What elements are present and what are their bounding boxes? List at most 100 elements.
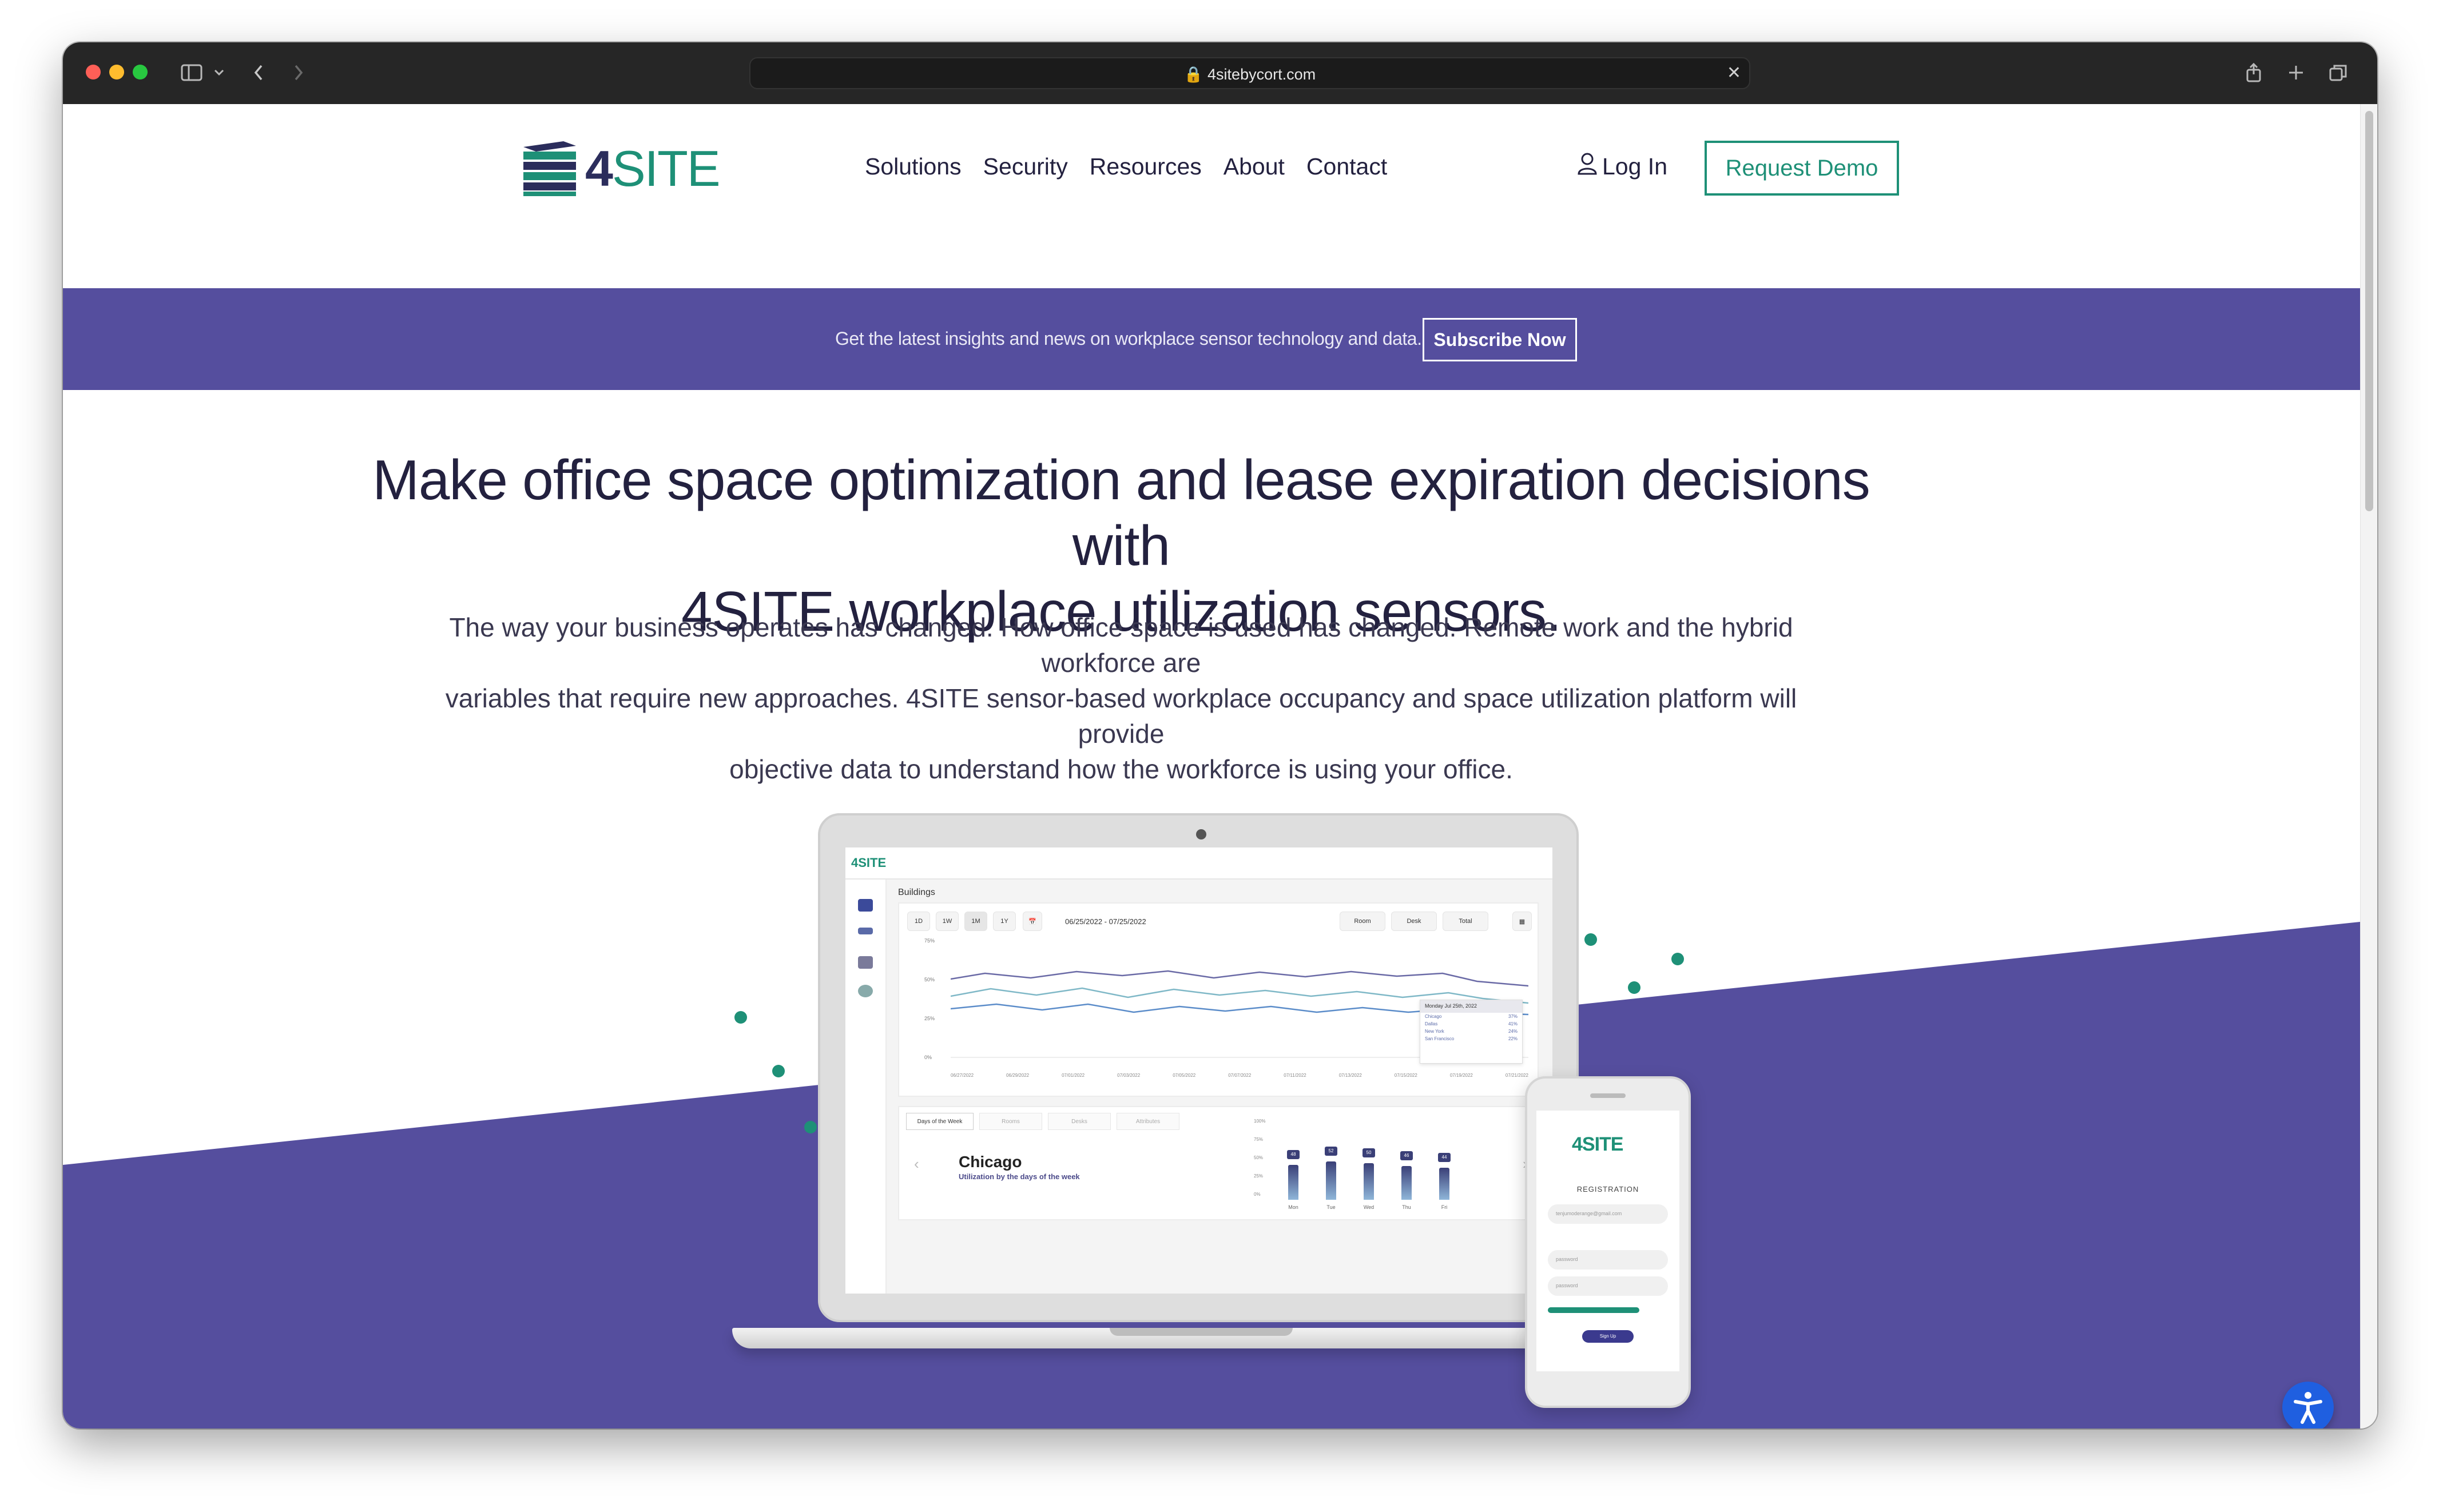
chevron-down-icon[interactable] (210, 57, 228, 88)
main-nav: Solutions Security Resources About Conta… (865, 153, 1387, 180)
forward-arrow-icon[interactable] (287, 57, 310, 88)
newsletter-banner: Get the latest insights and news on work… (63, 288, 2360, 390)
sidebar-toggle-icon[interactable] (174, 57, 209, 88)
bar-axis-tick: 25% (1254, 1173, 1264, 1179)
bar-axis-tick: 0% (1254, 1192, 1261, 1197)
share-icon[interactable] (2242, 57, 2265, 88)
nav-item-solutions[interactable]: Solutions (865, 153, 962, 180)
calendar-icon[interactable]: 📅 (1023, 912, 1042, 931)
grid-icon (858, 899, 873, 912)
hero-body: The way your business operates has chang… (429, 610, 1813, 787)
filter-desk[interactable]: Desk (1391, 912, 1437, 931)
day-bar: 50 (1362, 1148, 1375, 1200)
tab-desks[interactable]: Desks (1048, 1113, 1111, 1130)
prev-arrow-icon[interactable]: ‹ (914, 1155, 919, 1173)
new-tab-icon[interactable] (2285, 57, 2307, 88)
tab-overview-icon[interactable] (2327, 57, 2350, 88)
y-tick: 75% (924, 938, 935, 944)
browser-titlebar: 🔒 4sitebycort.com ✕ (63, 42, 2377, 104)
day-bar-value: 50 (1362, 1148, 1375, 1157)
subscribe-button[interactable]: Subscribe Now (1423, 318, 1577, 361)
accessibility-icon (2294, 1392, 2322, 1424)
filter-room[interactable]: Room (1340, 912, 1385, 931)
range-1d[interactable]: 1D (907, 912, 930, 931)
tooltip-row: San Francisco 22% (1425, 1036, 1518, 1041)
hero-body-line2: variables that require new approaches. 4… (445, 683, 1797, 749)
tooltip-header: Monday Jul 25th, 2022 (1420, 1000, 1522, 1013)
export-icon[interactable]: ▦ (1512, 912, 1532, 931)
decor-dot (772, 1065, 785, 1077)
minimize-window-button[interactable] (109, 65, 124, 79)
day-label: Tue (1326, 1204, 1336, 1210)
day-label: Mon (1288, 1204, 1298, 1210)
bar-axis-tick: 50% (1254, 1155, 1264, 1160)
phone-email-field[interactable]: tenjumoderange@gmail.com (1548, 1204, 1668, 1224)
nav-item-resources[interactable]: Resources (1090, 153, 1202, 180)
utilization-line-chart: 1D 1W 1M 1Y 📅 06/25/2022 - 07/25/2022 Ro… (898, 902, 1539, 1097)
url-text: 🔒 4sitebycort.com (750, 65, 1749, 83)
day-bar: 48 (1287, 1149, 1300, 1200)
hero-title-line1: Make office space optimization and lease… (372, 448, 1870, 577)
chart-tooltip: Monday Jul 25th, 2022 Chicago 37% Dallas 4… (1420, 1000, 1523, 1064)
zoom-window-button[interactable] (133, 65, 148, 79)
range-1m[interactable]: 1M (964, 912, 987, 931)
nav-item-security[interactable]: Security (983, 153, 1068, 180)
logo-stack-icon (523, 141, 576, 196)
range-1y[interactable]: 1Y (993, 912, 1016, 931)
close-window-button[interactable] (86, 65, 101, 79)
x-axis-ticks: 06/27/2022 06/29/2022 07/01/2022 07/03/202… (951, 1073, 1528, 1078)
lock-icon: 🔒 (1183, 66, 1203, 83)
decor-dot (734, 1011, 747, 1024)
decor-dot (1671, 953, 1684, 965)
dashboard-screenshot: 4SITE Buildings 1D 1W 1M 1Y 📅 06/25/2022… (845, 847, 1552, 1294)
page-scrollbar[interactable] (2360, 104, 2377, 1429)
city-subtitle: Utilization by the days of the week (959, 1172, 1080, 1181)
address-bar[interactable]: 🔒 4sitebycort.com ✕ (749, 57, 1750, 89)
day-label: Thu (1402, 1204, 1411, 1210)
logo-text: 4SITE (585, 140, 721, 197)
bar-axis-tick: 100% (1254, 1119, 1266, 1124)
request-demo-button[interactable]: Request Demo (1705, 141, 1899, 196)
hero-body-line1: The way your business operates has chang… (449, 612, 1793, 678)
accessibility-button[interactable] (2282, 1382, 2334, 1429)
back-arrow-icon[interactable] (247, 57, 270, 88)
app-topbar: 4SITE (845, 847, 1552, 880)
url-label: 4sitebycort.com (1207, 66, 1316, 83)
tooltip-row: Dallas 41% (1425, 1021, 1518, 1026)
registration-label: REGISTRATION (1576, 1185, 1639, 1193)
day-bar: 52 (1325, 1147, 1337, 1200)
hero-body-line3: objective data to understand how the wor… (729, 754, 1513, 784)
user-icon (1577, 152, 1598, 181)
day-label: Wed (1363, 1204, 1375, 1210)
sensor-icon (858, 928, 873, 934)
tab-rooms[interactable]: Rooms (979, 1113, 1042, 1130)
phone-speaker (1590, 1093, 1626, 1098)
scrollbar-thumb[interactable] (2365, 111, 2373, 511)
login-label: Log In (1602, 153, 1667, 180)
tab-days-of-week[interactable]: Days of the Week (906, 1113, 974, 1130)
phone-registration-screen: 4SITE REGISTRATION tenjumoderange@gmail.… (1536, 1111, 1679, 1371)
filter-total[interactable]: Total (1443, 912, 1488, 931)
y-tick: 0% (924, 1055, 932, 1060)
settings-icon (858, 985, 873, 997)
phone-password-field[interactable]: password (1548, 1250, 1668, 1270)
site-logo[interactable]: 4SITE (523, 140, 721, 198)
phone-confirm-field[interactable]: password (1548, 1276, 1668, 1296)
phone-signup-button[interactable]: Sign Up (1582, 1330, 1634, 1343)
day-bar: 44 (1438, 1152, 1451, 1200)
login-link[interactable]: Log In (1577, 152, 1667, 181)
day-bar-value: 46 (1400, 1151, 1413, 1161)
nav-item-contact[interactable]: Contact (1306, 153, 1387, 180)
nav-item-about[interactable]: About (1224, 153, 1285, 180)
image-icon (858, 956, 873, 969)
tab-attributes[interactable]: Attributes (1117, 1113, 1179, 1130)
day-label: Fri (1441, 1204, 1448, 1210)
section-title: Buildings (898, 888, 935, 897)
clear-url-icon[interactable]: ✕ (1727, 63, 1741, 83)
phone-progress-bar (1548, 1307, 1639, 1313)
range-1w[interactable]: 1W (936, 912, 959, 931)
utilization-bar-card: Days of the Week Rooms Desks Attributes … (898, 1106, 1539, 1220)
date-range: 06/25/2022 - 07/25/2022 (1065, 917, 1146, 926)
app-logo: 4SITE (851, 856, 887, 870)
phone-mockup: 4SITE REGISTRATION tenjumoderange@gmail.… (1525, 1076, 1691, 1408)
